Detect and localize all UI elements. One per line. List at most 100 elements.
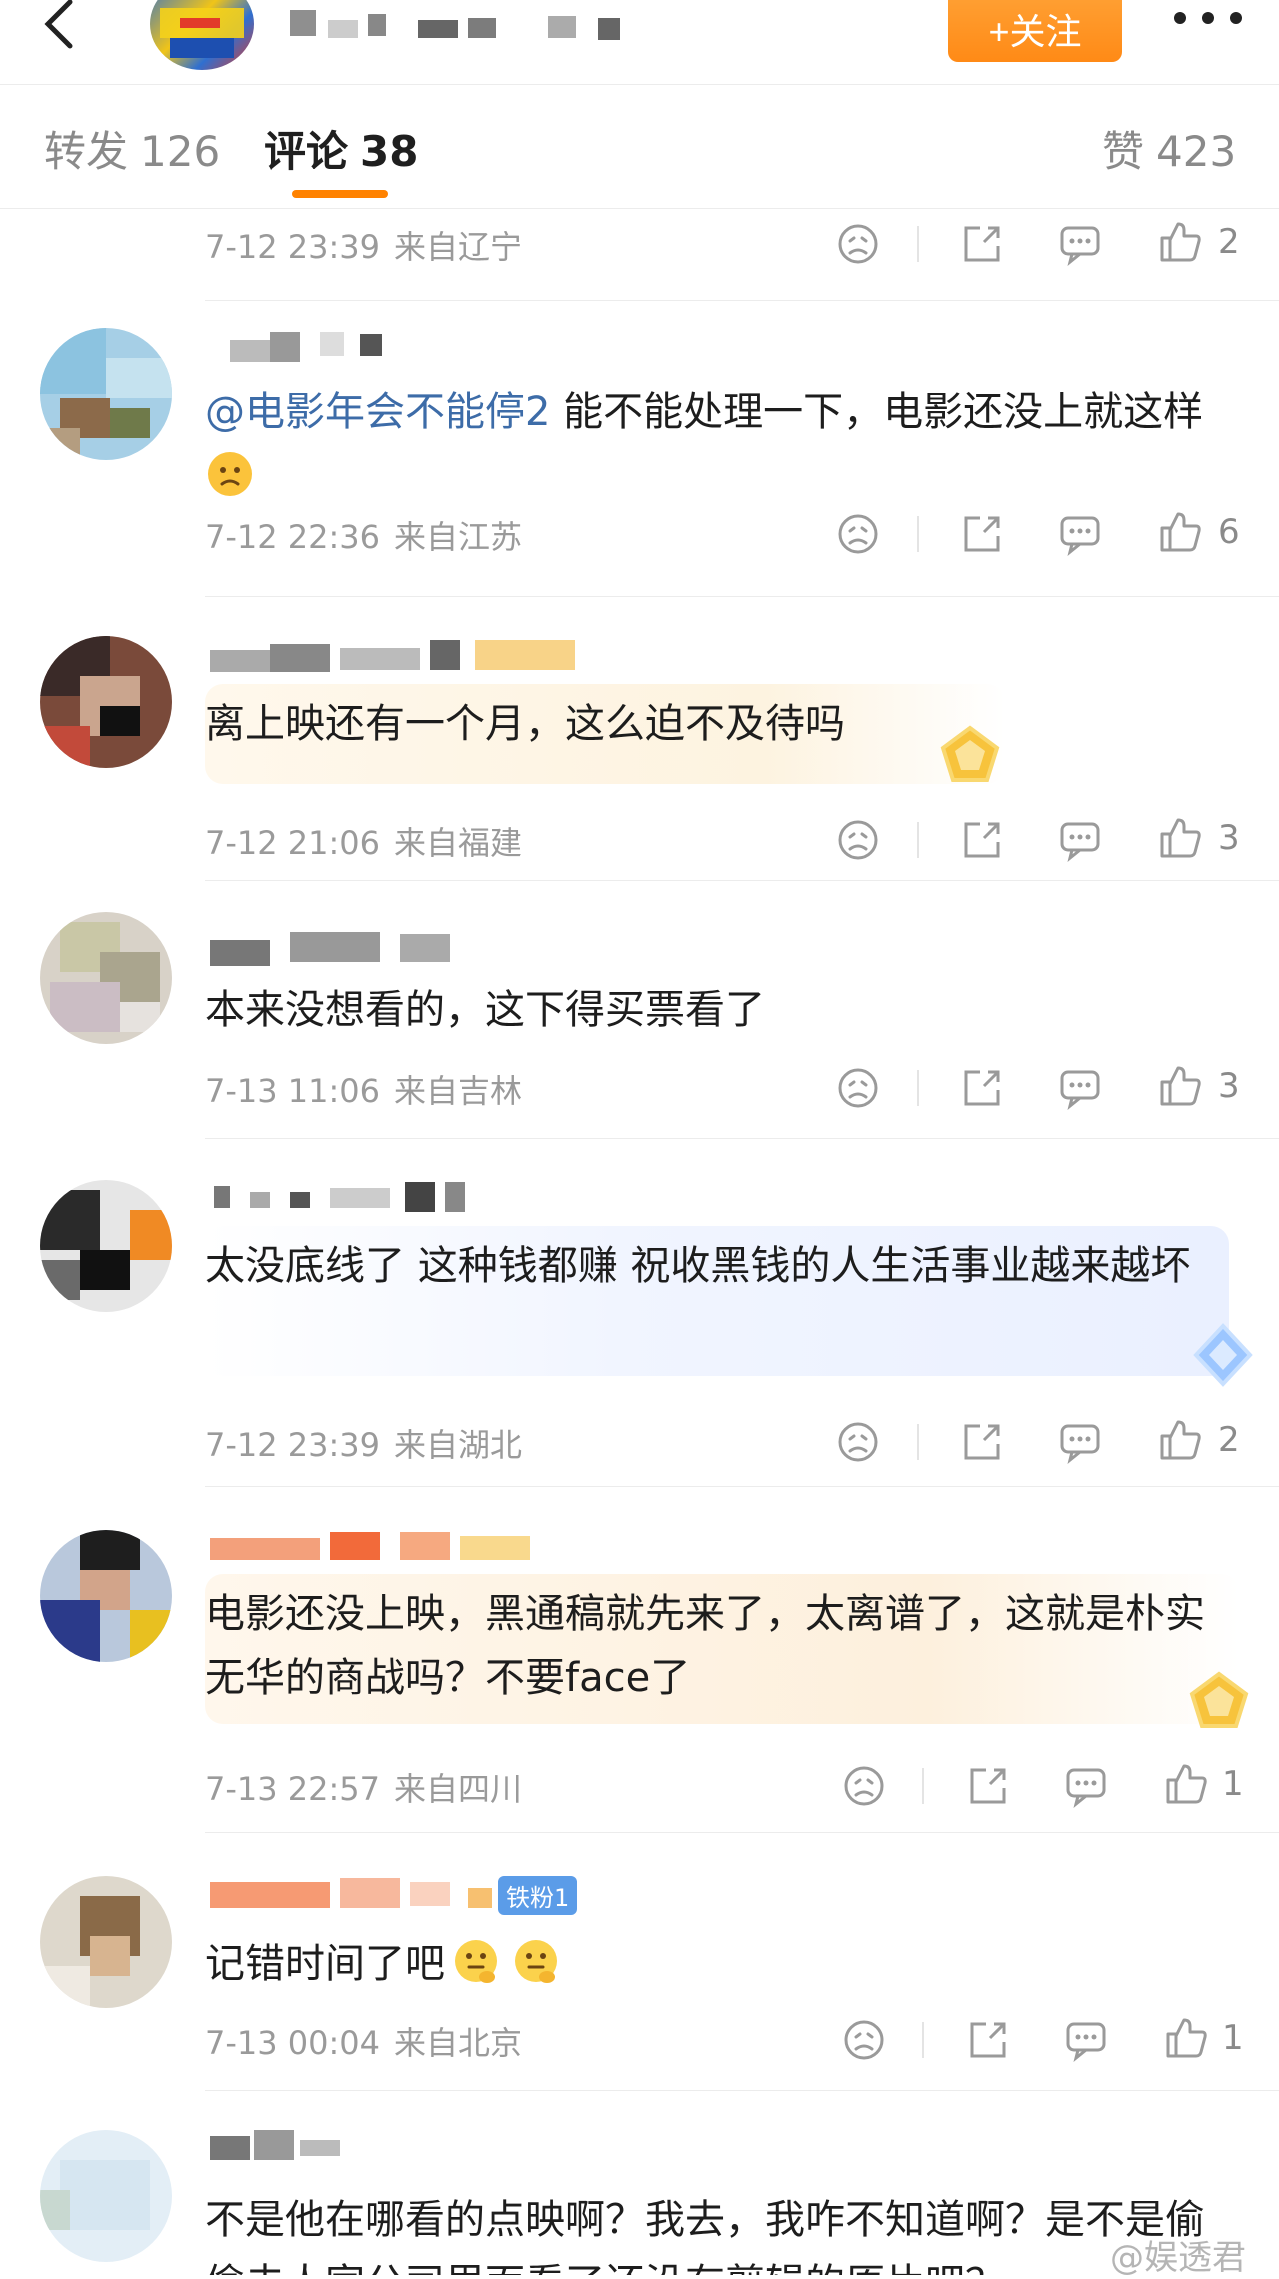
thinking-face-icon xyxy=(455,1940,497,1983)
share-icon[interactable] xyxy=(958,1418,1006,1466)
comment-text: 电影还没上映，黑通稿就先来了，太离谱了，这就是朴实无华的商战吗？不要face了 xyxy=(205,1582,1225,1710)
comment-location: 来自吉林 xyxy=(394,1072,523,1110)
share-icon[interactable] xyxy=(958,510,1006,558)
comment-location: 来自四川 xyxy=(394,1770,523,1808)
comment-date: 7-12 23:39 xyxy=(205,1426,381,1464)
dislike-face-icon[interactable] xyxy=(834,510,882,558)
nickname-redacted[interactable] xyxy=(210,640,590,672)
dislike-face-icon[interactable] xyxy=(834,220,882,268)
like-count: 2 xyxy=(1218,1420,1240,1460)
comment-body: 太没底线了 这种钱都赚 祝收黑钱的人生活事业越来越坏 xyxy=(205,1243,1191,1289)
avatar[interactable] xyxy=(40,636,172,768)
comment-date: 7-13 00:04 xyxy=(205,2024,381,2062)
tab-repost[interactable]: 转发 126 xyxy=(44,118,220,179)
dislike-face-icon[interactable] xyxy=(840,1762,888,1810)
comment-location: 来自辽宁 xyxy=(394,228,523,266)
comment-divider xyxy=(205,2090,1279,2091)
thumbs-up-icon[interactable] xyxy=(1156,508,1204,556)
thumbs-up-icon[interactable] xyxy=(1162,1760,1210,1808)
share-icon[interactable] xyxy=(958,816,1006,864)
gold-pentagon-badge-icon xyxy=(940,725,1000,782)
avatar[interactable] xyxy=(40,2130,172,2262)
dislike-face-icon[interactable] xyxy=(834,816,882,864)
reply-icon[interactable] xyxy=(1056,510,1104,558)
avatar[interactable] xyxy=(40,1180,172,1312)
comment-text: 太没底线了 这种钱都赚 祝收黑钱的人生活事业越来越坏 xyxy=(205,1234,1225,1298)
comment-item: 本来没想看的，这下得买票看了 7-13 11:06 来自吉林 3 xyxy=(0,880,1279,1138)
comment-date: 7-13 22:57 xyxy=(205,1770,381,1808)
reply-icon[interactable] xyxy=(1062,2016,1110,2064)
tab-likes-count: 423 xyxy=(1156,127,1237,176)
comment-meta: 7-12 22:36 来自江苏 xyxy=(205,512,522,558)
tab-comments-label: 评论 xyxy=(264,127,349,176)
top-bar: +关注 xyxy=(0,0,1279,84)
reply-icon[interactable] xyxy=(1062,1762,1110,1810)
more-dots-icon[interactable] xyxy=(1168,0,1248,40)
share-icon[interactable] xyxy=(958,220,1006,268)
reply-icon[interactable] xyxy=(1056,816,1104,864)
mention-link[interactable]: @电影年会不能停2 xyxy=(205,389,550,435)
like-count: 2 xyxy=(1218,222,1240,262)
reply-icon[interactable] xyxy=(1056,1064,1104,1112)
avatar[interactable] xyxy=(40,912,172,1044)
thumbs-up-icon[interactable] xyxy=(1156,1062,1204,1110)
thumbs-up-icon[interactable] xyxy=(1162,2014,1210,2062)
share-icon[interactable] xyxy=(958,1064,1006,1112)
nickname-redacted[interactable] xyxy=(210,332,410,362)
dislike-face-icon[interactable] xyxy=(834,1064,882,1112)
comment-divider xyxy=(205,1486,1279,1487)
nickname-redacted[interactable] xyxy=(210,932,470,966)
chevron-left-icon[interactable] xyxy=(30,0,90,60)
comment-body: 不是他在哪看的点映啊？我去，我咋不知道啊？是不是偷偷去人家公司里面看了还没有剪辑… xyxy=(205,2197,1205,2275)
comment-divider xyxy=(205,1832,1279,1833)
comment-date: 7-12 23:39 xyxy=(205,228,381,266)
share-icon[interactable] xyxy=(964,2016,1012,2064)
comment-body: 记错时间了吧 xyxy=(205,1941,445,1987)
comment-body: 能不能处理一下，电影还没上就这样 xyxy=(550,389,1204,435)
comment-location: 来自福建 xyxy=(394,824,523,862)
follow-button[interactable]: +关注 xyxy=(948,0,1122,62)
like-count: 3 xyxy=(1218,818,1240,858)
action-divider xyxy=(917,1424,919,1460)
comment-body: 离上映还有一个月，这么迫不及待吗 xyxy=(205,701,845,747)
dislike-face-icon[interactable] xyxy=(840,2016,888,2064)
tabs-divider xyxy=(0,208,1279,209)
dislike-face-icon[interactable] xyxy=(834,1418,882,1466)
thumbs-up-icon[interactable] xyxy=(1156,218,1204,266)
blue-diamond-badge-icon xyxy=(1193,1323,1253,1387)
comment-item: 不是他在哪看的点映啊？我去，我咋不知道啊？是不是偷偷去人家公司里面看了还没有剪辑… xyxy=(0,2090,1279,2275)
weibo-watermark: @娱透君 xyxy=(1110,2238,1246,2278)
share-icon[interactable] xyxy=(964,1762,1012,1810)
comment-item: @电影年会不能停2 能不能处理一下，电影还没上就这样 7-12 22:36 来自江… xyxy=(0,300,1279,590)
comment-meta: 7-13 00:04 来自北京 xyxy=(205,2018,522,2064)
avatar[interactable] xyxy=(40,1530,172,1662)
comment-divider xyxy=(205,300,1279,301)
avatar[interactable] xyxy=(40,1876,172,2008)
comment-text: 记错时间了吧 xyxy=(205,1932,1225,1996)
tab-comments-count: 38 xyxy=(360,127,419,176)
thumbs-up-icon[interactable] xyxy=(1156,1416,1204,1464)
comment-text: 本来没想看的，这下得买票看了 xyxy=(205,978,1225,1042)
action-divider xyxy=(922,2022,924,2058)
comment-date: 7-13 11:06 xyxy=(205,1072,381,1110)
tab-comments[interactable]: 评论 38 xyxy=(264,118,418,179)
tab-likes[interactable]: 赞 423 xyxy=(1102,118,1236,179)
comment-location: 来自北京 xyxy=(394,2024,523,2062)
reply-icon[interactable] xyxy=(1056,1418,1104,1466)
reply-icon[interactable] xyxy=(1056,220,1104,268)
comment-location: 来自湖北 xyxy=(394,1426,523,1464)
nickname-redacted[interactable] xyxy=(210,1532,540,1562)
active-tab-indicator xyxy=(292,190,388,198)
thumbs-up-icon[interactable] xyxy=(1156,814,1204,862)
action-divider xyxy=(917,822,919,858)
gold-pentagon-badge-icon xyxy=(1189,1671,1249,1728)
poster-avatar[interactable] xyxy=(150,0,254,70)
nickname-redacted[interactable] xyxy=(210,2130,370,2160)
comment-date: 7-12 21:06 xyxy=(205,824,381,862)
nickname-redacted[interactable] xyxy=(210,1182,470,1212)
avatar[interactable] xyxy=(40,328,172,460)
thinking-face-icon xyxy=(515,1940,557,1983)
fan-level-badge: 铁粉1 xyxy=(498,1876,578,1915)
comment-divider xyxy=(205,880,1279,881)
like-count: 1 xyxy=(1222,1764,1244,1804)
